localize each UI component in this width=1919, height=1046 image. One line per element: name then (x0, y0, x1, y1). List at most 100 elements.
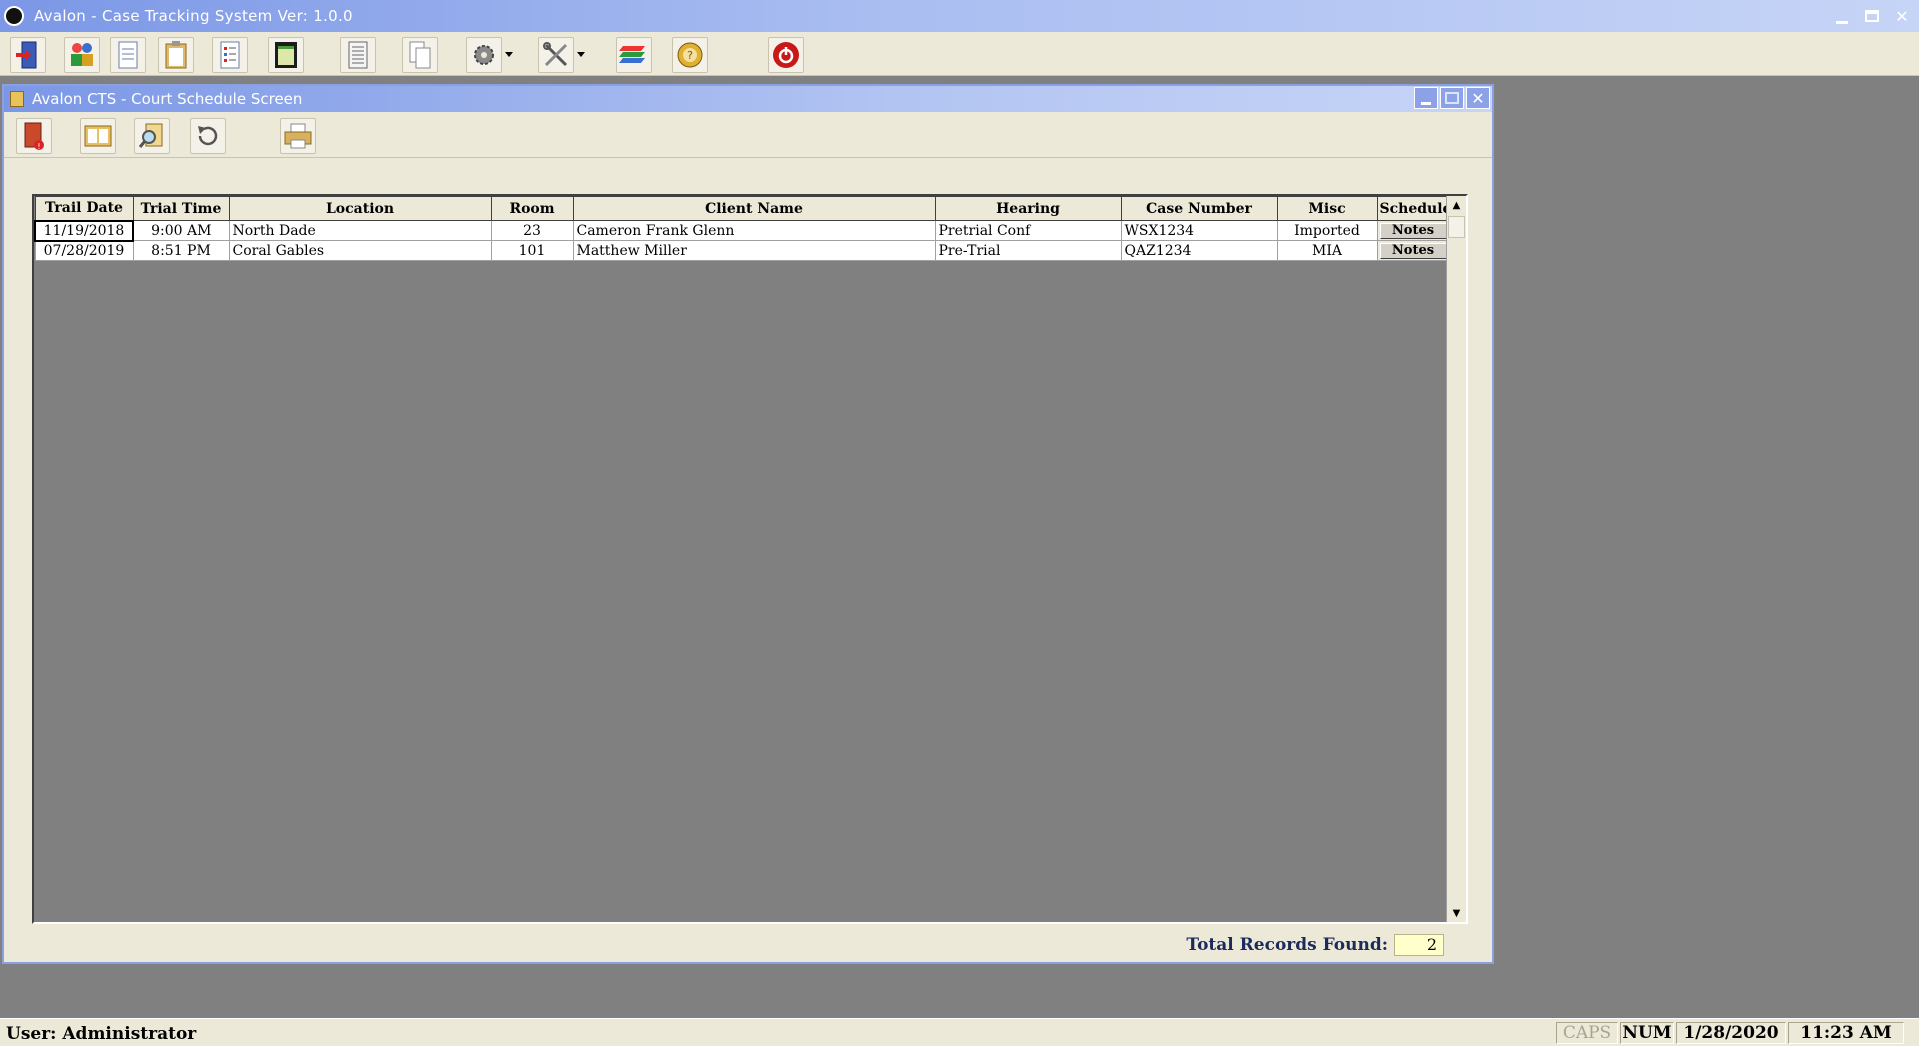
table-row[interactable]: 11/19/2018 9:00 AM North Dade 23 Cameron… (34, 219, 1450, 242)
cell-misc[interactable]: MIA (1276, 240, 1378, 261)
close-button[interactable]: ✕ (1889, 4, 1915, 28)
restore-icon (1865, 10, 1879, 22)
child-minimize-button[interactable] (1414, 87, 1438, 109)
cell-hearing[interactable]: Pre-Trial (934, 240, 1122, 261)
col-header-client-name[interactable]: Client Name (572, 196, 936, 221)
address-book-button[interactable] (80, 118, 116, 154)
chevron-down-icon (577, 52, 585, 57)
settings-gear-icon (474, 45, 494, 65)
app-title-bar: Avalon - Case Tracking System Ver: 1.0.0… (0, 0, 1919, 32)
print-icon (284, 123, 312, 149)
status-caps: CAPS (1556, 1022, 1618, 1044)
cell-trial-time[interactable]: 8:51 PM (132, 240, 230, 261)
svg-text:!: ! (37, 142, 40, 151)
cell-schedule: Notes (1376, 240, 1450, 261)
calendar-button[interactable] (268, 37, 304, 73)
scroll-up-button[interactable]: ▲ (1447, 196, 1466, 214)
cell-room[interactable]: 101 (490, 240, 574, 261)
maximize-icon (1445, 92, 1459, 104)
status-date: 1/28/2020 (1676, 1022, 1786, 1044)
cell-hearing[interactable]: Pretrial Conf (934, 220, 1122, 241)
checklist-icon (220, 41, 240, 69)
cell-location[interactable]: Coral Gables (228, 240, 492, 261)
minimize-icon (1421, 101, 1431, 105)
help-icon: ? (677, 42, 703, 68)
child-maximize-button[interactable] (1440, 87, 1464, 109)
search-button[interactable] (134, 118, 170, 154)
calendar-icon (275, 42, 297, 68)
col-header-hearing[interactable]: Hearing (934, 196, 1122, 221)
database-icon (619, 46, 645, 63)
cell-trail-date[interactable]: 07/28/2019 (34, 240, 134, 261)
cell-schedule: Notes (1376, 220, 1450, 241)
child-title-bar: Avalon CTS - Court Schedule Screen ✕ (4, 86, 1492, 112)
list-button[interactable] (340, 37, 376, 73)
list-icon (348, 41, 368, 69)
scroll-thumb[interactable] (1448, 216, 1465, 238)
notes-button[interactable]: Notes (1379, 222, 1447, 239)
child-toolbar: ! (4, 112, 1492, 158)
refresh-icon (198, 126, 218, 146)
checklist-button[interactable] (212, 37, 248, 73)
col-header-room[interactable]: Room (490, 196, 574, 221)
app-title: Avalon - Case Tracking System Ver: 1.0.0 (34, 7, 353, 25)
power-button[interactable] (768, 37, 804, 73)
arrow-up-icon: ▲ (1452, 199, 1461, 211)
cell-misc[interactable]: Imported (1276, 220, 1378, 241)
document-button[interactable] (110, 37, 146, 73)
notes-button[interactable]: Notes (1379, 242, 1447, 259)
window-doc-icon (10, 91, 24, 107)
tools-button[interactable] (538, 37, 585, 73)
scroll-down-button[interactable]: ▼ (1447, 904, 1466, 922)
cell-case-number[interactable]: WSX1234 (1120, 220, 1278, 241)
svg-text:?: ? (687, 49, 693, 62)
close-screen-button[interactable]: ! (16, 118, 52, 154)
arrow-down-icon: ▼ (1452, 907, 1461, 919)
cell-trail-date[interactable]: 11/19/2018 (34, 219, 134, 242)
close-icon: ✕ (1471, 88, 1485, 108)
child-close-button[interactable]: ✕ (1466, 87, 1490, 109)
table-row[interactable]: 07/28/2019 8:51 PM Coral Gables 101 Matt… (34, 240, 1450, 261)
cell-room[interactable]: 23 (490, 220, 574, 241)
col-header-misc[interactable]: Misc (1276, 196, 1378, 221)
col-header-case-number[interactable]: Case Number (1120, 196, 1278, 221)
restore-button[interactable] (1859, 4, 1885, 28)
refresh-button[interactable] (190, 118, 226, 154)
cell-location[interactable]: North Dade (228, 220, 492, 241)
status-bar: User: Administrator CAPS NUM 1/28/2020 1… (0, 1018, 1919, 1046)
court-schedule-window: Avalon CTS - Court Schedule Screen ✕ ! T… (2, 84, 1494, 964)
records-count: 2 (1394, 934, 1444, 956)
col-header-trial-time[interactable]: Trial Time (132, 196, 230, 221)
clipboard-button[interactable] (158, 37, 194, 73)
records-summary: Total Records Found: 2 (1186, 934, 1444, 956)
database-button[interactable] (616, 37, 652, 73)
cell-client-name[interactable]: Cameron Frank Glenn (572, 220, 936, 241)
exit-button[interactable] (10, 37, 46, 73)
status-user: User: Administrator (6, 1024, 197, 1044)
col-header-trail-date[interactable]: Trail Date (34, 196, 134, 221)
schedule-table: Trail Date Trial Time Location Room Clie… (34, 196, 1451, 261)
records-label: Total Records Found: (1186, 935, 1388, 955)
clients-icon (71, 43, 93, 66)
print-button[interactable] (280, 118, 316, 154)
settings-button[interactable] (466, 37, 513, 73)
vertical-scrollbar[interactable]: ▲ ▼ (1446, 196, 1466, 922)
child-title: Avalon CTS - Court Schedule Screen (32, 90, 303, 108)
status-num: NUM (1620, 1022, 1674, 1044)
copy-button[interactable] (402, 37, 438, 73)
copy-icon (409, 41, 431, 69)
document-icon (118, 41, 138, 69)
minimize-icon (1836, 20, 1848, 24)
table-header-row: Trail Date Trial Time Location Room Clie… (34, 196, 1451, 221)
address-book-icon (84, 125, 112, 147)
minimize-button[interactable] (1829, 4, 1855, 28)
clients-button[interactable] (64, 37, 100, 73)
col-header-location[interactable]: Location (228, 196, 492, 221)
cell-trial-time[interactable]: 9:00 AM (132, 220, 230, 241)
search-magnifier-icon (138, 123, 163, 148)
col-header-schedule[interactable]: Schedule (1376, 196, 1451, 221)
help-button[interactable]: ? (672, 37, 708, 73)
cell-client-name[interactable]: Matthew Miller (572, 240, 936, 261)
cell-case-number[interactable]: QAZ1234 (1120, 240, 1278, 261)
app-logo-icon (4, 6, 24, 26)
